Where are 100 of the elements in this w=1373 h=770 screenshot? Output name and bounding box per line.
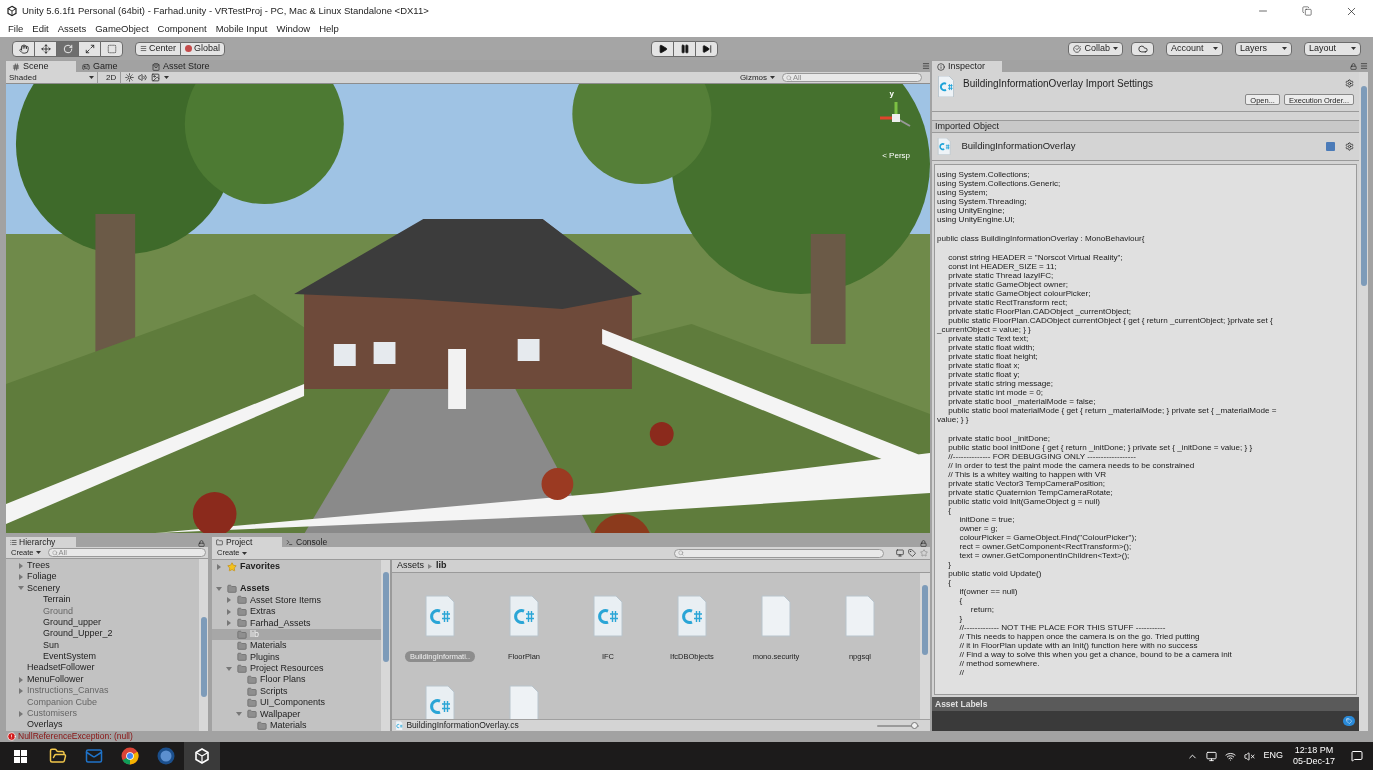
folder-tree-item[interactable]: Materials [212,640,381,652]
audio-toggle-icon[interactable] [138,73,148,82]
scrollbar[interactable] [920,573,930,719]
search-field[interactable] [674,548,884,558]
icon-size-slider[interactable] [877,721,919,730]
menu-item[interactable]: Mobile Input [215,22,268,37]
csharp-file-icon[interactable] [425,595,455,637]
menu-item[interactable]: Edit [32,22,49,37]
pause-button[interactable] [673,41,696,57]
hierarchy-item[interactable]: Ground_Upper_2 [43,627,113,641]
hierarchy-item[interactable]: Sun [43,638,59,653]
folder-tree-item[interactable]: Wallpaper [212,708,381,721]
expanded-arrow-icon[interactable] [226,665,232,672]
folder-tree-item[interactable]: Farhad_Assets [212,617,381,629]
panel-menu-icon[interactable] [922,62,930,70]
settings-icon[interactable] [1345,79,1354,88]
scene-tab[interactable]: Asset Store [146,61,216,72]
mode-2d-button[interactable]: 2D [102,72,122,83]
clock[interactable]: 12:18 PM 05-Dec-17 [1292,745,1335,767]
step-button[interactable] [695,41,718,57]
folder-tree-item[interactable]: UI_Components [212,697,381,709]
csharp-file-icon[interactable] [425,685,455,719]
expanded-arrow-icon[interactable] [18,585,24,592]
asset-label-button[interactable] [1343,715,1355,726]
hierarchy-item[interactable]: Ground_upper [43,615,102,630]
collapsed-arrow-icon[interactable] [18,562,24,569]
rect-tool-button[interactable] [100,40,123,57]
cloud-button[interactable] [1131,41,1154,56]
scale-tool-button[interactable] [78,40,101,57]
collapsed-arrow-icon[interactable] [226,608,232,615]
folder-tree-item[interactable]: Assets [212,583,381,595]
folder-tree-item[interactable]: Extras [212,606,381,618]
rotate-tool-button[interactable] [56,40,79,57]
breadcrumb-item[interactable]: Assets [397,559,424,573]
scrollbar[interactable] [199,559,208,731]
pivot-center-button[interactable]: Center [135,41,181,56]
dropdown-button[interactable]: Account [1166,41,1223,56]
lock-icon[interactable] [198,540,205,547]
language-indicator[interactable]: ENG [1263,749,1283,763]
status-message[interactable]: NullReferenceException: (null) [18,730,133,743]
scene-tab[interactable]: Scene [6,61,76,72]
hierarchy-item[interactable]: HeadsetFollower [27,661,95,675]
gizmos-dropdown[interactable]: Gizmos [736,72,778,83]
menu-item[interactable]: Help [319,22,339,37]
collapsed-arrow-icon[interactable] [226,597,232,604]
project-tab[interactable]: Console [282,537,352,547]
breadcrumb-item[interactable]: lib [436,559,447,573]
hierarchy-item[interactable]: Overlays [27,718,63,731]
move-tool-button[interactable] [34,40,57,57]
folder-tree-item[interactable]: Floor Plans [212,674,381,686]
expanded-arrow-icon[interactable] [236,711,242,718]
mail-icon[interactable] [85,747,103,765]
effects-toggle-icon[interactable] [151,73,161,82]
windows-start-icon[interactable] [13,749,27,763]
folder-tree-item[interactable]: Scripts [212,685,381,698]
inspector-tab[interactable]: Inspector [932,61,1002,72]
shading-mode-dropdown[interactable]: Shaded [6,72,98,83]
filter-label-icon[interactable] [908,549,916,557]
collapsed-arrow-icon[interactable] [18,574,24,581]
dropdown-button[interactable]: Layers [1235,41,1292,56]
folder-tree-item[interactable]: Asset Store Items [212,594,381,607]
panel-menu-icon[interactable] [1360,62,1368,70]
hierarchy-item[interactable]: EventSystem [43,650,97,664]
menu-item[interactable]: Window [276,22,311,37]
folder-tree-item[interactable]: Favorites [212,561,381,573]
view-mode-label[interactable]: < Persp [882,150,910,162]
collapsed-arrow-icon[interactable] [216,563,222,570]
menu-item[interactable]: Assets [57,22,87,37]
menu-item[interactable]: GameObject [95,22,149,37]
hierarchy-item[interactable]: Foliage [27,570,57,584]
file-icon[interactable] [761,595,791,637]
folder-tree-item[interactable]: Materials [212,720,381,731]
notification-icon[interactable] [1351,750,1363,762]
hierarchy-item[interactable]: MenuFollower [27,672,84,687]
dropdown-button[interactable]: Layout [1304,41,1361,56]
collapsed-arrow-icon[interactable] [226,620,232,627]
lighting-toggle-icon[interactable] [125,73,135,82]
expanded-arrow-icon[interactable] [216,586,222,593]
file-icon[interactable] [845,595,875,637]
csharp-file-icon[interactable] [593,595,623,637]
scrollbar[interactable] [381,560,390,731]
csharp-file-icon[interactable] [677,595,707,637]
volume-muted-icon[interactable] [1244,750,1256,762]
menu-item[interactable]: Component [157,22,207,37]
hierarchy-item[interactable]: Terrain [43,593,71,607]
wifi-icon[interactable] [1225,750,1237,762]
settings-icon[interactable] [1345,142,1354,151]
collab-button[interactable]: Collab [1068,41,1123,56]
file-icon[interactable] [509,685,539,719]
pivot-rotation-button[interactable]: Global [180,41,226,56]
scrollbar[interactable] [1359,72,1368,731]
favorite-icon[interactable] [920,549,928,557]
hierarchy-item[interactable]: Scenery [27,581,61,596]
lock-icon[interactable] [920,540,927,547]
file-explorer-icon[interactable] [49,747,67,765]
collapsed-arrow-icon[interactable] [18,676,24,683]
unity-icon[interactable] [193,747,211,765]
lock-icon[interactable] [1350,63,1357,70]
play-button[interactable] [651,41,674,57]
vr-app-icon[interactable] [157,747,175,765]
